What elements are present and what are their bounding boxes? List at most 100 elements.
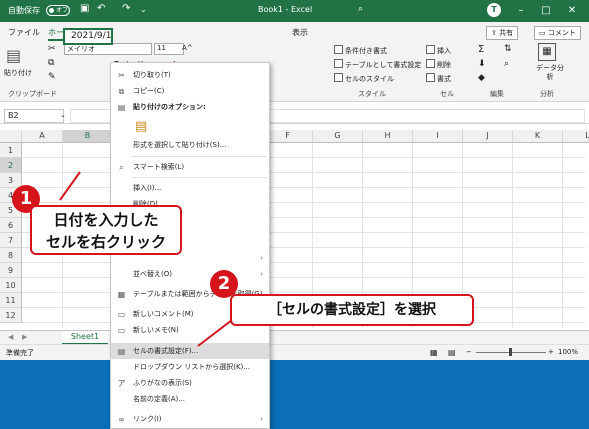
column-header[interactable]: A bbox=[22, 130, 63, 143]
conditional-format-button[interactable]: 条件付き書式 bbox=[334, 45, 387, 56]
menu-sort[interactable]: 並べ替え(O) › bbox=[111, 266, 269, 282]
table-icon: ▦ bbox=[117, 290, 126, 299]
row-header[interactable]: 7 bbox=[0, 233, 22, 248]
autosum-icon[interactable]: Σ bbox=[478, 44, 484, 55]
close-icon[interactable]: ✕ bbox=[564, 3, 580, 19]
insert-label: 挿入 bbox=[437, 47, 451, 55]
minimize-icon[interactable]: – bbox=[513, 3, 529, 19]
row-header[interactable]: 6 bbox=[0, 218, 22, 233]
column-header[interactable]: F bbox=[263, 130, 313, 143]
menu-define-name[interactable]: 名前の定義(A)... bbox=[111, 391, 269, 407]
menu-format-cells-label: セルの書式設定(F)... bbox=[133, 347, 199, 355]
cell-style-icon bbox=[334, 73, 343, 82]
row-header[interactable]: 2 bbox=[0, 158, 22, 173]
sort-filter-icon[interactable]: ⇅ bbox=[504, 44, 512, 54]
user-avatar[interactable]: T bbox=[487, 3, 501, 17]
zoom-out-icon[interactable]: − bbox=[466, 348, 472, 356]
row-header[interactable]: 9 bbox=[0, 263, 22, 278]
cell-b2[interactable]: 2021/9/1 bbox=[63, 28, 113, 45]
gridline bbox=[22, 172, 585, 173]
document-title: Book1 - Excel bbox=[258, 5, 313, 14]
menu-insert[interactable]: 挿入(I)... bbox=[111, 180, 269, 196]
note-icon: ▭ bbox=[117, 326, 126, 335]
row-header[interactable]: 12 bbox=[0, 308, 22, 323]
tab-view[interactable]: 表示 bbox=[292, 27, 308, 38]
fill-icon[interactable]: ⬇ bbox=[478, 59, 486, 69]
customize-icon[interactable]: ⌄ bbox=[140, 5, 147, 14]
submenu-arrow-icon: › bbox=[260, 415, 263, 423]
gridline bbox=[22, 157, 585, 158]
normal-view-icon[interactable]: ▦ bbox=[430, 348, 438, 357]
redo-icon[interactable]: ↷ bbox=[122, 3, 130, 14]
save-icon[interactable]: ▣ bbox=[80, 3, 89, 14]
paste-clipboard-icon[interactable]: ▤ bbox=[135, 119, 147, 134]
data-analysis-label[interactable]: データ分析 bbox=[536, 64, 564, 82]
menu-cut[interactable]: ✂ 切り取り(T) bbox=[111, 67, 269, 83]
copy-icon[interactable]: ⧉ bbox=[48, 58, 54, 68]
menu-furigana[interactable]: アふりがなの表示(S) bbox=[111, 375, 269, 391]
cell-style-button[interactable]: セルのスタイル bbox=[334, 73, 394, 84]
menu-copy[interactable]: ⧉ コピー(C) bbox=[111, 83, 269, 99]
format-cells-button[interactable]: 書式 bbox=[426, 73, 451, 84]
data-analysis-icon[interactable]: ▦ bbox=[538, 43, 556, 61]
insert-cells-button[interactable]: 挿入 bbox=[426, 45, 451, 56]
prev-sheet-icon[interactable]: ◀ bbox=[8, 333, 13, 341]
comment-icon: ▭ bbox=[117, 310, 126, 319]
row-header[interactable]: 11 bbox=[0, 293, 22, 308]
menu-format-cells[interactable]: ▤ セルの書式設定(F)... bbox=[111, 343, 269, 359]
cut-icon[interactable]: ✂ bbox=[48, 44, 56, 54]
paste-icon[interactable]: ▤ bbox=[6, 46, 21, 65]
insert-cells-icon bbox=[426, 45, 435, 54]
paste-label[interactable]: 貼り付け bbox=[4, 68, 32, 78]
zoom-level[interactable]: 100% bbox=[558, 348, 578, 356]
clipboard-icon: ▤ bbox=[117, 103, 126, 112]
search-icon: ⌕ bbox=[119, 163, 124, 172]
row-header[interactable]: 8 bbox=[0, 248, 22, 263]
grow-font-icon[interactable]: A^ bbox=[182, 44, 193, 52]
name-box[interactable]: B2 bbox=[4, 109, 64, 123]
undo-icon[interactable]: ↶ bbox=[97, 3, 105, 14]
sheet-tab-sheet1[interactable]: Sheet1 bbox=[62, 331, 108, 345]
comment-button[interactable]: ▭ コメント bbox=[534, 26, 581, 40]
row-header[interactable]: 10 bbox=[0, 278, 22, 293]
menu-dropdown-list[interactable]: ドロップダウン リストから選択(K)... bbox=[111, 359, 269, 375]
autosave-toggle[interactable]: オフ bbox=[46, 5, 70, 16]
group-cells: セル bbox=[440, 90, 454, 98]
font-size-select[interactable]: 11 bbox=[154, 43, 184, 55]
column-header[interactable]: K bbox=[513, 130, 563, 143]
comment-label: コメント bbox=[547, 29, 576, 37]
gridline bbox=[562, 143, 563, 328]
group-clipboard: クリップボード bbox=[8, 90, 57, 98]
gridline bbox=[512, 143, 513, 328]
zoom-thumb[interactable] bbox=[509, 348, 512, 356]
format-as-table-button[interactable]: テーブルとして書式設定 bbox=[334, 59, 421, 70]
column-header[interactable]: B bbox=[63, 130, 113, 143]
menu-smart-lookup[interactable]: ⌕ スマート検索(L) bbox=[111, 159, 269, 175]
format-painter-icon[interactable]: ✎ bbox=[48, 72, 56, 82]
formula-bar: B2 ⌄ bbox=[0, 108, 589, 124]
menu-link[interactable]: ∞ リンク(I) › bbox=[111, 411, 269, 427]
next-sheet-icon[interactable]: ▶ bbox=[22, 333, 27, 341]
gridline bbox=[22, 187, 585, 188]
clear-icon[interactable]: ◆ bbox=[478, 73, 485, 83]
row-header[interactable]: 1 bbox=[0, 143, 22, 158]
column-header[interactable]: G bbox=[313, 130, 363, 143]
zoom-in-icon[interactable]: + bbox=[548, 348, 554, 356]
page-layout-icon[interactable]: ▤ bbox=[448, 348, 456, 357]
tab-file[interactable]: ファイル bbox=[8, 27, 40, 38]
delete-label: 削除 bbox=[437, 61, 451, 69]
namebox-dropdown-icon[interactable]: ⌄ bbox=[60, 111, 66, 119]
status-bar: 準備完了 ▦ ▤ − + 100% bbox=[0, 344, 589, 360]
select-all-corner[interactable] bbox=[0, 130, 22, 143]
maximize-icon[interactable]: □ bbox=[538, 3, 554, 19]
column-header[interactable]: J bbox=[463, 130, 513, 143]
column-header[interactable]: I bbox=[413, 130, 463, 143]
menu-new-note-label: 新しいメモ(N) bbox=[133, 326, 179, 334]
find-icon[interactable]: ⌕ bbox=[504, 59, 509, 69]
menu-paste-special[interactable]: 形式を選択して貼り付け(S)... bbox=[111, 137, 269, 153]
column-header[interactable]: L bbox=[563, 130, 589, 143]
column-header[interactable]: H bbox=[363, 130, 413, 143]
search-icon[interactable]: ⌕ bbox=[358, 4, 363, 14]
delete-cells-button[interactable]: 削除 bbox=[426, 59, 451, 70]
share-button[interactable]: ⇪ 共有 bbox=[486, 26, 519, 40]
